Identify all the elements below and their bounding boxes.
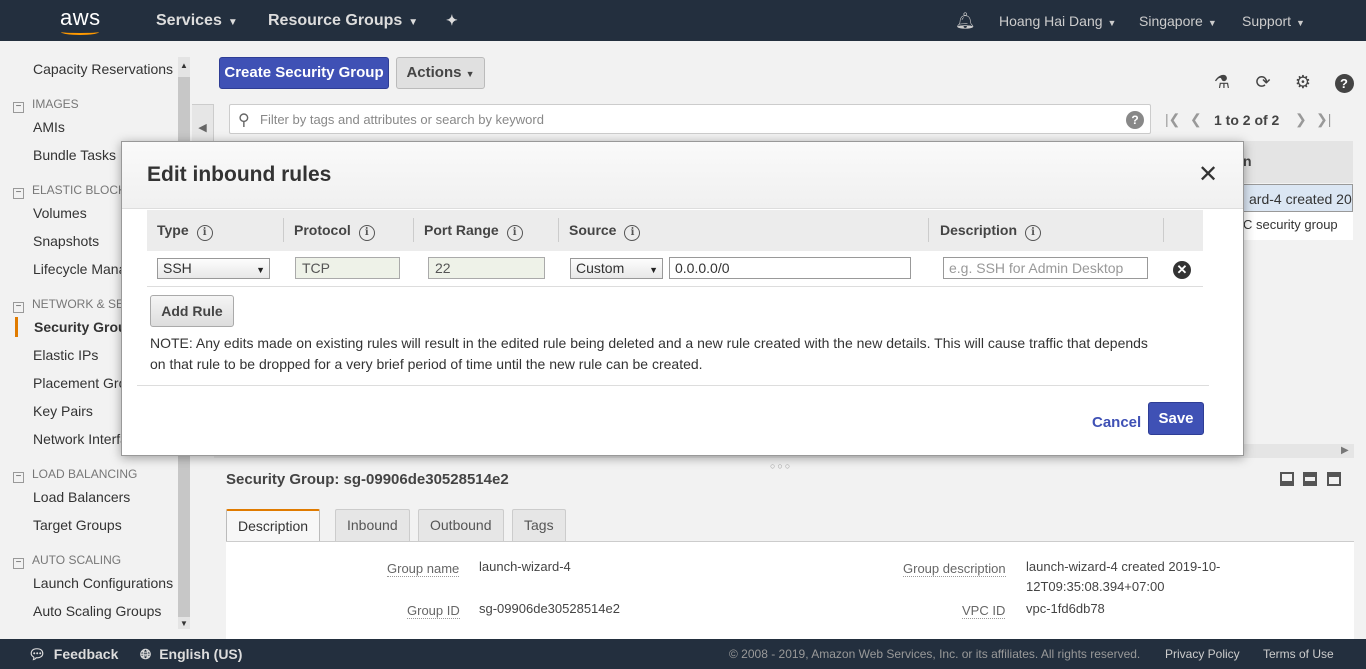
column-divider	[283, 218, 284, 242]
column-header-source: Source i	[569, 222, 641, 241]
column-header-port-range: Port Range i	[424, 222, 523, 241]
protocol-field: TCP	[295, 257, 400, 279]
save-button[interactable]: Save	[1148, 402, 1204, 435]
info-icon[interactable]: i	[196, 225, 213, 241]
source-type-select[interactable]: Custom ▼	[570, 258, 663, 279]
source-type-value: Custom	[576, 260, 625, 276]
column-label: Protocol	[294, 222, 351, 238]
remove-rule-icon[interactable]: ✕	[1173, 261, 1191, 279]
rules-table-header: Type i Protocol i Port Range i Source i Desc…	[147, 210, 1203, 251]
dialog-header: Edit inbound rules ✕	[122, 142, 1243, 209]
source-cidr-input[interactable]: 0.0.0.0/0	[669, 257, 911, 279]
column-divider	[558, 218, 559, 242]
info-icon[interactable]: i	[358, 225, 375, 241]
add-rule-button[interactable]: Add Rule	[150, 295, 234, 327]
column-divider	[1163, 218, 1164, 242]
dialog-title: Edit inbound rules	[147, 163, 332, 186]
rule-row: SSH ▼ TCP 22 Custom ▼ 0.0.0.0/0 e.g. SSH f…	[147, 251, 1203, 287]
column-header-protocol: Protocol i	[294, 222, 375, 241]
column-label: Source	[569, 222, 617, 238]
column-header-description: Description i	[940, 222, 1042, 241]
edit-warning-note: NOTE: Any edits made on existing rules w…	[150, 335, 1148, 372]
column-label: Type	[157, 222, 189, 238]
column-label: Port Range	[424, 222, 499, 238]
dropdown-arrow-icon: ▼	[649, 265, 658, 275]
dropdown-arrow-icon: ▼	[256, 265, 265, 275]
info-icon[interactable]: i	[1025, 225, 1042, 241]
cancel-button[interactable]: Cancel	[1092, 414, 1141, 431]
type-value: SSH	[163, 260, 192, 276]
rule-description-input[interactable]: e.g. SSH for Admin Desktop	[943, 257, 1148, 279]
type-select[interactable]: SSH ▼	[157, 258, 270, 279]
dialog-divider	[137, 385, 1209, 386]
column-label: Description	[940, 222, 1018, 238]
column-divider	[413, 218, 414, 242]
info-icon[interactable]: i	[624, 225, 641, 241]
close-icon[interactable]: ✕	[1198, 163, 1218, 187]
info-icon[interactable]: i	[506, 225, 523, 241]
edit-inbound-rules-dialog: Edit inbound rules ✕ Type i Protocol i Por…	[121, 141, 1244, 456]
column-header-type: Type i	[157, 222, 213, 241]
port-range-field: 22	[428, 257, 545, 279]
column-divider	[928, 218, 929, 242]
